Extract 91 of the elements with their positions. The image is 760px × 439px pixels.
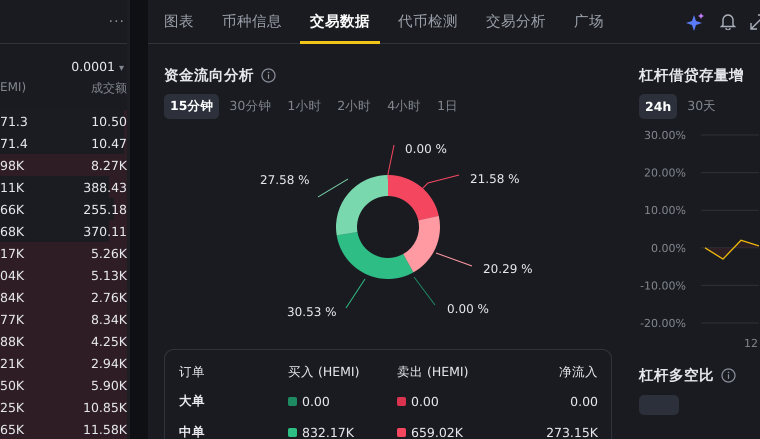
table-cell: 71.4 bbox=[0, 136, 28, 150]
axis-label: -20.00% bbox=[640, 317, 686, 330]
axis-label: -10.00% bbox=[640, 279, 686, 292]
data-label: 21.58 % bbox=[470, 172, 520, 186]
table-cell: 8.34K bbox=[90, 312, 127, 326]
leader-line bbox=[388, 144, 394, 180]
table-cell: 25K bbox=[0, 400, 24, 414]
column-header: 卖出 (HEMI) bbox=[397, 364, 470, 380]
axis-label: 0.00% bbox=[651, 242, 686, 255]
data-label: 27.58 % bbox=[260, 173, 310, 187]
tab[interactable]: 代币检测 bbox=[388, 0, 468, 44]
leader-line bbox=[414, 276, 436, 306]
row-label: 大单 bbox=[179, 393, 206, 410]
table-cell: 10.85K bbox=[83, 400, 127, 414]
section-title: 杠杆借贷存量增 bbox=[639, 66, 744, 84]
info-icon[interactable] bbox=[261, 68, 276, 82]
leader-line bbox=[318, 178, 348, 198]
table-cell-text: 273.15K bbox=[545, 425, 598, 439]
expand-icon[interactable] bbox=[750, 14, 760, 30]
table-cell: 71.3 bbox=[0, 114, 28, 128]
table-cell: 2.76K bbox=[90, 290, 127, 304]
tab[interactable]: 币种信息 bbox=[212, 0, 292, 44]
precision-select[interactable]: 0.0001 ▾ bbox=[71, 58, 124, 74]
section-title: 资金流向分析 bbox=[164, 66, 254, 84]
legend-square bbox=[288, 397, 297, 406]
axis-label: 20.00% bbox=[644, 166, 686, 180]
leader-line bbox=[346, 278, 366, 308]
period-tab[interactable]: 24h bbox=[639, 94, 678, 119]
column-header: 成交额 bbox=[91, 80, 127, 97]
table-cell: 11K bbox=[0, 180, 24, 194]
period-tab[interactable]: 4小时 bbox=[381, 94, 428, 119]
tab[interactable]: 交易分析 bbox=[476, 0, 556, 44]
table-cell: 5.90K bbox=[90, 378, 127, 392]
column-header: EMI) bbox=[0, 80, 26, 94]
table-cell: 11.58K bbox=[83, 422, 127, 436]
data-label: 0.00 % bbox=[405, 142, 447, 156]
table-cell: 8.27K bbox=[90, 158, 127, 172]
period-tab[interactable]: 15分钟 bbox=[164, 94, 220, 119]
legend-square bbox=[288, 428, 297, 437]
table-cell: 832.17K bbox=[302, 425, 354, 439]
data-label: 30.53 % bbox=[287, 305, 337, 319]
axis-label: 30.00% bbox=[644, 129, 686, 142]
tab[interactable]: 广场 bbox=[564, 0, 614, 44]
table-cell: 388.43 bbox=[83, 180, 127, 194]
table-cell: 88K bbox=[0, 334, 24, 348]
toggle-button[interactable] bbox=[639, 395, 679, 415]
table-cell: 98K bbox=[0, 158, 24, 172]
table-cell: 04K bbox=[0, 268, 24, 282]
period-tab[interactable]: 2小时 bbox=[331, 94, 378, 119]
leader-line bbox=[422, 174, 460, 190]
period-tab[interactable]: 1日 bbox=[431, 94, 464, 119]
table-cell: 0.00 bbox=[302, 394, 330, 409]
axis-label: 10.00% bbox=[644, 204, 686, 218]
table-cell: 5.13K bbox=[90, 268, 127, 282]
column-header: 净流入 bbox=[558, 364, 598, 380]
bell-icon[interactable] bbox=[720, 13, 736, 30]
period-tab[interactable]: 30天 bbox=[681, 94, 722, 119]
table-cell: 0.00 bbox=[411, 394, 439, 409]
data-label: 0.00 % bbox=[447, 302, 489, 316]
table-cell: 17K bbox=[0, 246, 24, 260]
table-cell: 5.26K bbox=[90, 246, 127, 260]
legend-square bbox=[397, 397, 406, 406]
axis-label: 12 bbox=[744, 337, 758, 350]
table-cell: 50K bbox=[0, 378, 24, 392]
table-cell: 84K bbox=[0, 290, 24, 304]
column-header: 订单 bbox=[179, 364, 206, 380]
table-cell: 68K bbox=[0, 224, 24, 238]
leader-line bbox=[436, 252, 472, 266]
legend-square bbox=[397, 428, 406, 437]
table-cell: 659.02K bbox=[411, 425, 463, 439]
info-icon[interactable] bbox=[721, 368, 736, 382]
table-cell: 370.11 bbox=[83, 224, 127, 238]
data-label: 20.29 % bbox=[483, 262, 533, 276]
table-cell: 65K bbox=[0, 422, 24, 436]
table-cell: 255.18 bbox=[83, 202, 127, 216]
table-cell: 10.47 bbox=[91, 136, 127, 150]
table-cell: 4.25K bbox=[90, 334, 127, 348]
table-cell: 77K bbox=[0, 312, 24, 326]
table-cell: 10.50 bbox=[91, 114, 127, 128]
section-title: 杠杆多空比 bbox=[639, 366, 714, 384]
row-label: 中单 bbox=[179, 424, 206, 439]
tab[interactable]: 图表 bbox=[154, 0, 204, 44]
table-cell: 21K bbox=[0, 356, 24, 370]
sparkle-icon[interactable] bbox=[686, 12, 706, 32]
table-cell: 2.94K bbox=[90, 356, 127, 370]
table-cell: 66K bbox=[0, 202, 24, 216]
period-tab[interactable]: 1小时 bbox=[281, 94, 328, 119]
column-header: 买入 (HEMI) bbox=[288, 364, 360, 380]
period-tab[interactable]: 30分钟 bbox=[223, 94, 278, 119]
more-icon[interactable]: ··· bbox=[108, 14, 125, 30]
table-cell-text: 0.00 bbox=[569, 394, 598, 409]
